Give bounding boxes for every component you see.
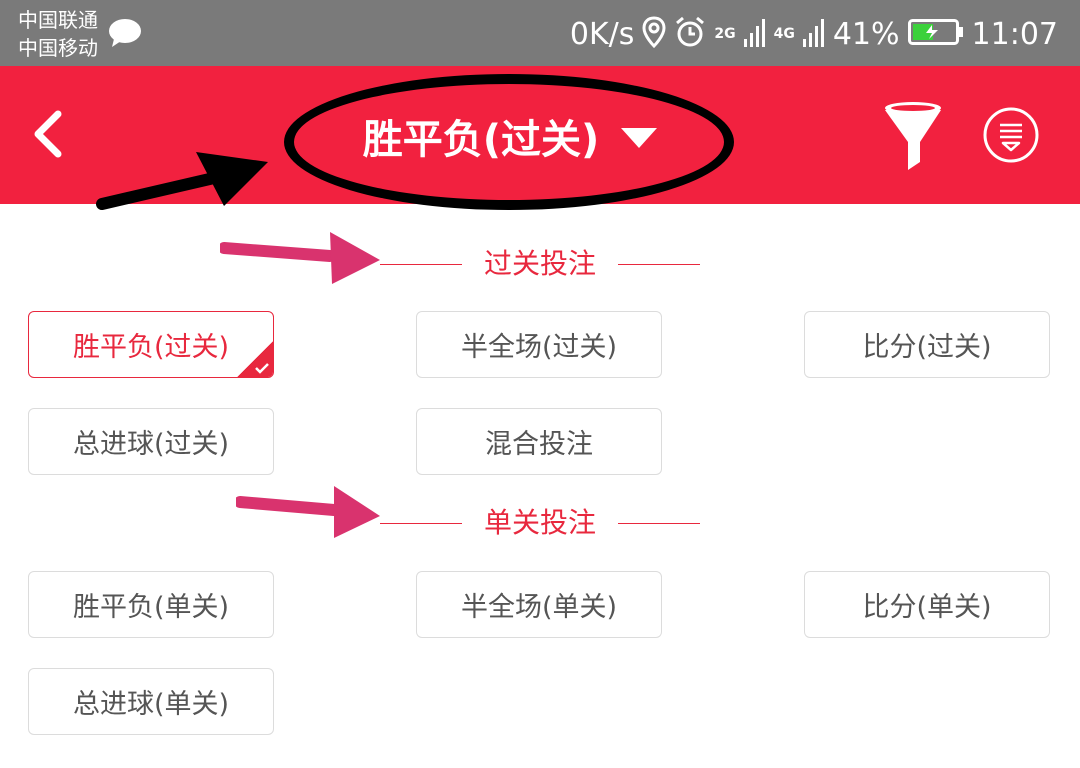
back-button[interactable] <box>20 96 80 172</box>
carrier-2: 中国移动 <box>18 36 98 60</box>
battery-icon <box>907 19 964 49</box>
option-wdl-parlay[interactable]: 胜平负(过关) <box>28 311 274 378</box>
option-label: 半全场(过关) <box>460 332 618 363</box>
section-header-parlay: 过关投注 <box>0 244 1080 284</box>
option-score-parlay[interactable]: 比分(过关) <box>804 311 1050 378</box>
back-icon <box>34 110 62 158</box>
carrier-1: 中国联通 <box>18 8 98 32</box>
option-label: 胜平负(过关) <box>72 332 230 363</box>
status-bar: 中国联通 中国移动 0K/s 2G 4G 41% 11:07 <box>0 0 1080 66</box>
dropdown-caret-icon <box>621 128 658 148</box>
location-icon <box>642 16 666 52</box>
message-icon <box>108 18 142 52</box>
app-bar: 胜平负(过关) <box>0 66 1080 210</box>
filter-button[interactable] <box>878 96 948 176</box>
option-wdl-single[interactable]: 胜平负(单关) <box>28 571 274 638</box>
signal-2-label: 4G <box>773 26 795 42</box>
section-divider-left <box>380 264 462 265</box>
alarm-icon <box>674 16 706 52</box>
battery-percent: 41% <box>832 16 900 52</box>
section-divider-right <box>618 523 700 524</box>
option-label: 比分(单关) <box>862 592 992 623</box>
section-title: 单关投注 <box>483 506 596 539</box>
signal-1-label: 2G <box>714 26 736 42</box>
status-right: 0K/s 2G 4G 41% 11:07 <box>570 14 1058 54</box>
section-header-single: 单关投注 <box>0 503 1080 543</box>
signal-2-icon <box>802 17 825 51</box>
section-divider-right <box>618 264 700 265</box>
option-total-goals-parlay[interactable]: 总进球(过关) <box>28 408 274 475</box>
menu-icon <box>983 107 1039 163</box>
selected-check-icon <box>237 341 273 377</box>
option-halftime-fulltime-parlay[interactable]: 半全场(过关) <box>416 311 662 378</box>
option-label: 总进球(过关) <box>72 429 230 460</box>
menu-button[interactable] <box>982 106 1040 164</box>
filter-icon <box>885 102 941 170</box>
option-halftime-fulltime-single[interactable]: 半全场(单关) <box>416 571 662 638</box>
network-speed: 0K/s <box>569 16 635 52</box>
option-label: 混合投注 <box>485 429 593 460</box>
play-type-selector[interactable]: 胜平负(过关) <box>300 104 720 168</box>
section-title: 过关投注 <box>483 247 596 280</box>
option-total-goals-single[interactable]: 总进球(单关) <box>28 668 274 735</box>
option-score-single[interactable]: 比分(单关) <box>804 571 1050 638</box>
option-label: 胜平负(单关) <box>72 592 230 623</box>
clock: 11:07 <box>971 16 1058 52</box>
page-title: 胜平负(过关) <box>362 117 600 163</box>
section-divider-left <box>380 523 462 524</box>
option-label: 总进球(单关) <box>72 689 230 720</box>
option-label: 半全场(单关) <box>460 592 618 623</box>
option-label: 比分(过关) <box>862 332 992 363</box>
signal-1-icon <box>743 17 766 51</box>
option-mixed-bet[interactable]: 混合投注 <box>416 408 662 475</box>
